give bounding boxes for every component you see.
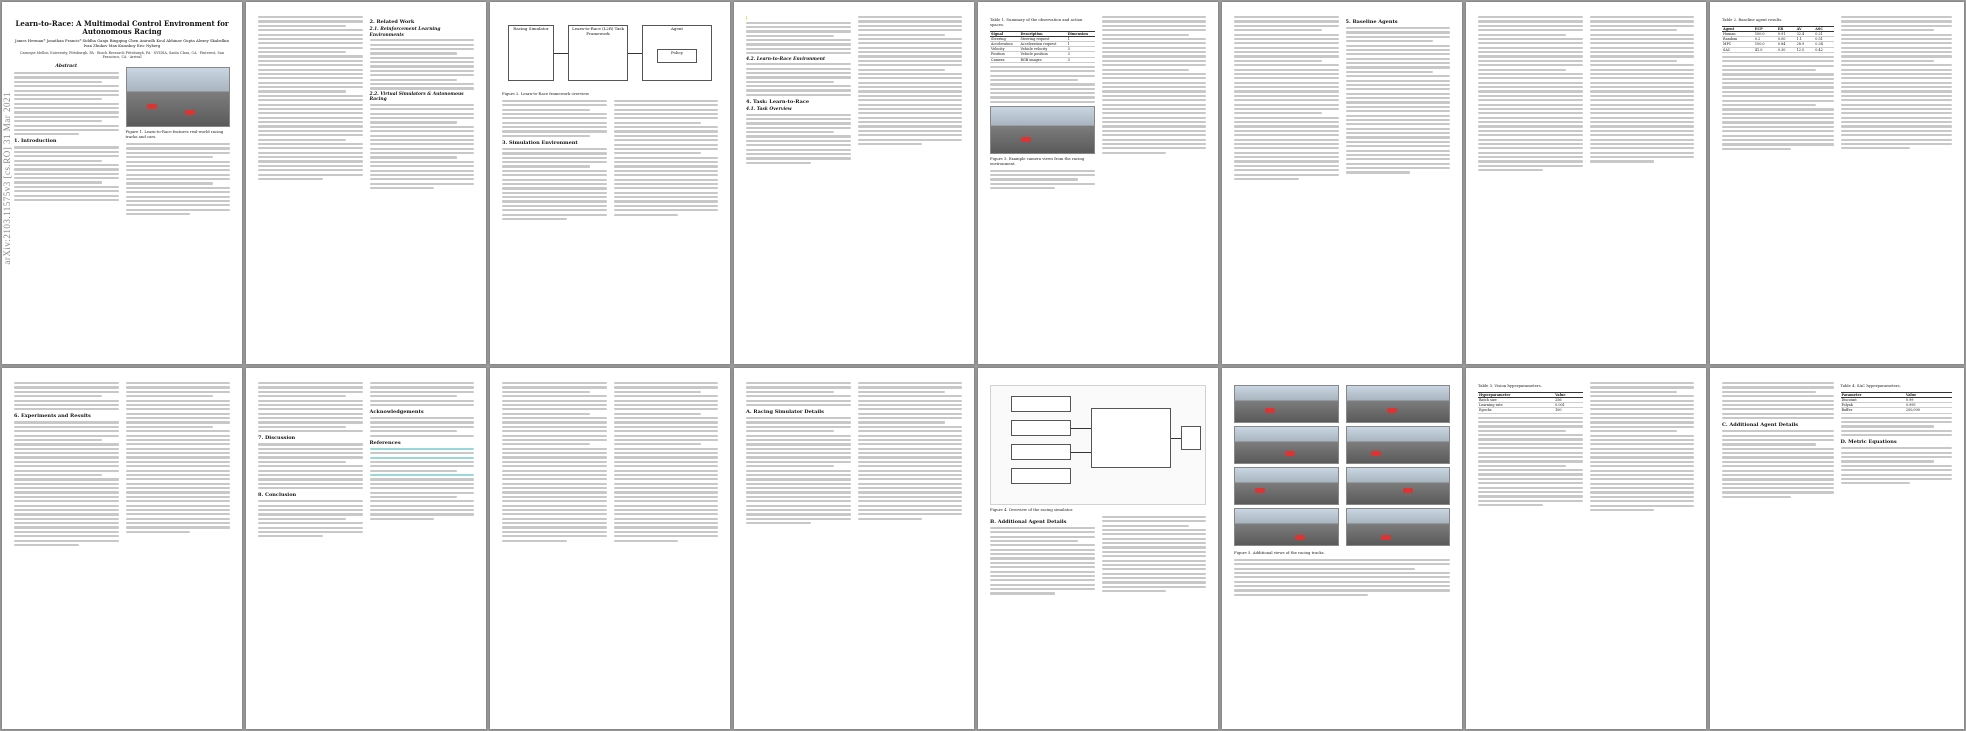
figure-4-caption: Figure 4. Overview of the racing simulat… — [990, 507, 1074, 512]
paper-page-12: A. Racing Simulator Details — [734, 368, 974, 729]
table-3-title: Table 3. Vision hyperparameters. — [1478, 383, 1542, 388]
section-heading-references: References — [369, 439, 401, 446]
subsection-heading-related-a: 2.1. Reinforcement Learning Environments — [369, 27, 441, 38]
author-list: James Herman* Jonathan Francis* Siddha G… — [15, 38, 229, 48]
subsection-heading-task-b: 4.2. Learn-to-Race Environment — [746, 56, 825, 62]
section-heading-discussion: 7. Discussion — [258, 435, 296, 442]
section-heading-sim: 3. Simulation Environment — [502, 139, 578, 146]
paper-page-1: arXiv:2103.11575v3 [cs.RO] 31 Mar 2021 L… — [2, 2, 242, 364]
affiliations: Carnegie Mellon University, Pittsburgh, … — [19, 50, 225, 59]
table-row: Camera RGB images 3 — [990, 57, 1095, 63]
table-cell: RGB images — [1019, 57, 1067, 63]
table-cell: 41.0 — [1753, 47, 1777, 53]
figure-3-image — [990, 106, 1095, 154]
table-cell: 12.5 — [1795, 47, 1815, 53]
figure-2-caption: Figure 2. Learn-to-Race framework overvi… — [502, 91, 590, 96]
section-heading-conclusion: 8. Conclusion — [258, 492, 297, 499]
section-heading-task: 4. Task: Learn-to-Race — [746, 99, 810, 105]
section-heading-related: 2. Related Work — [369, 19, 415, 25]
table-2: Agent ECP ER AV ASC Human 100.0 0.91 32.4 0.21 Ran… — [1722, 25, 1834, 53]
table-4-title: Table 4. SAC hyperparameters. — [1840, 383, 1901, 388]
diagram-box-simulator: Racing Simulator — [508, 25, 554, 81]
paper-page-3: Racing Simulator Learn-to-Race (L2R) Tas… — [490, 2, 730, 364]
table-row: Buffer 250,000 — [1840, 407, 1952, 414]
section-heading-baselines: 5. Baseline Agents — [1345, 19, 1398, 25]
paper-page-11 — [490, 368, 730, 729]
paper-page-15: Table 3. Vision hyperparameters. Hyperpa… — [1466, 368, 1706, 729]
table-1: Signal Description Dimension Steering Steeri… — [990, 30, 1095, 63]
paper-page-5: Table 1. Summary of the observation and … — [978, 2, 1218, 364]
table-1-title: Table 1. Summary of the observation and … — [990, 17, 1083, 27]
figure-1-caption: Figure 1. Learn-to-Race features real-wo… — [125, 129, 224, 140]
paper-page-10: 7. Discussion 8. Conclusion Acknowledgem… — [246, 368, 486, 729]
paper-page-8: Table 2. Baseline agent results. Agent EC… — [1710, 2, 1964, 364]
table-cell: Epochs — [1478, 407, 1555, 414]
table-cell: SAC — [1722, 47, 1754, 53]
table-cell: 3 — [1066, 57, 1095, 63]
paper-page-16: C. Additional Agent Details Table 4. SAC… — [1710, 368, 1964, 729]
section-heading-appendix-b: B. Additional Agent Details — [990, 518, 1067, 525]
paper-page-6: 5. Baseline Agents — [1222, 2, 1462, 364]
table-cell: Camera — [990, 57, 1020, 63]
table-cell: 100 — [1554, 407, 1583, 414]
paper-title: Learn-to-Race: A Multimodal Control Envi… — [15, 19, 229, 36]
subsection-heading-related-b: 2.2. Virtual Simulators & Autonomous Rac… — [369, 91, 464, 103]
abstract-body — [14, 72, 119, 136]
right-column: Figure 1. Learn-to-Race features real-wo… — [125, 64, 230, 217]
table-row: SAC 41.0 0.30 12.5 0.42 — [1722, 47, 1834, 53]
section-heading-ack: Acknowledgements — [369, 409, 424, 416]
section-heading-appendix-a: A. Racing Simulator Details — [746, 409, 824, 416]
table-row: Epochs 100 — [1478, 407, 1583, 414]
figure-5-caption: Figure 5. Additional views of the racing… — [1234, 550, 1325, 555]
framework-diagram: Racing Simulator Learn-to-Race (L2R) Tas… — [502, 19, 718, 89]
figure-1-image — [125, 67, 230, 128]
table-cell: 0.30 — [1776, 47, 1796, 53]
table-2-title: Table 2. Baseline agent results. — [1722, 17, 1783, 22]
left-column: Abstract 1. Introduction — [14, 64, 119, 217]
paper-page-7 — [1466, 2, 1706, 364]
abstract-heading: Abstract — [55, 64, 78, 70]
diagram-box-policy: Policy — [657, 49, 697, 63]
table-cell: 250,000 — [1904, 407, 1952, 414]
section-heading-metrics: D. Metric Equations — [1840, 439, 1897, 446]
paper-page-2: 2. Related Work 2.1. Reinforcement Learn… — [246, 2, 486, 364]
diagram-box-framework: Learn-to-Race (L2R) Task Framework — [568, 25, 628, 81]
paper-page-13: Figure 4. Overview of the racing simulat… — [978, 368, 1218, 729]
table-4: Parameter Value Discount 0.99 Polyak 0.995 Buf… — [1840, 391, 1952, 414]
paper-page-4: 4.2. Learn-to-Race Environment 4. Task: … — [734, 2, 974, 364]
section-heading-intro: 1. Introduction — [14, 138, 57, 145]
table-cell: 0.42 — [1814, 47, 1834, 53]
arxiv-identifier: arXiv:2103.11575v3 [cs.RO] 31 Mar 2021 — [2, 92, 12, 265]
paper-page-9: 6. Experiments and Results — [2, 368, 242, 729]
subsection-heading-task-a: 4.1. Task Overview — [746, 107, 792, 112]
table-3: Hyperparameter Value Batch size 256 Learning… — [1478, 391, 1583, 414]
table-cell: Buffer — [1840, 407, 1905, 414]
paper-page-14: Figure 5. Additional views of the racing… — [1222, 368, 1462, 729]
figure-3-caption: Figure 3. Example camera views from the … — [990, 156, 1085, 166]
section-heading-experiments: 6. Experiments and Results — [14, 413, 91, 420]
section-heading-appendix-c: C. Additional Agent Details — [1722, 422, 1799, 429]
figure-4-diagram — [990, 385, 1206, 505]
